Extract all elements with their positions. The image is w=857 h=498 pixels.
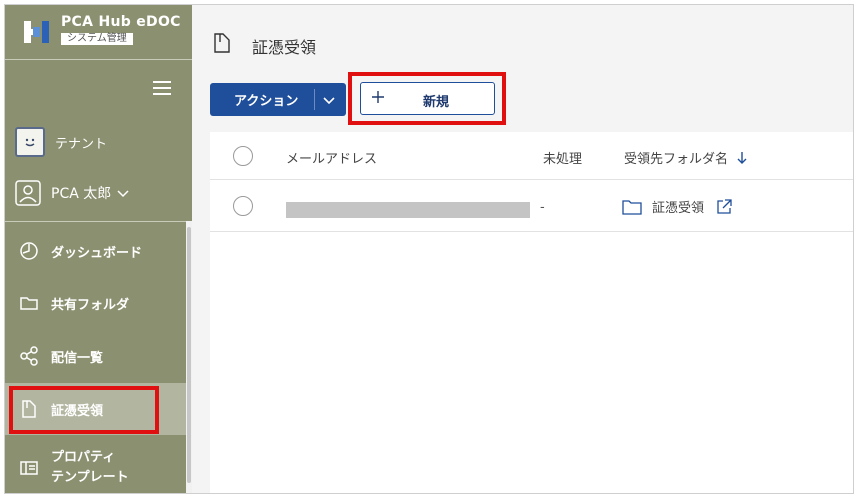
column-header-folder[interactable]: 受領先フォルダ名: [624, 148, 748, 167]
sidebar-item-label: プロパティ テンプレート: [51, 448, 129, 488]
document-icon: [22, 400, 36, 418]
plus-icon: [372, 91, 384, 103]
menu-toggle-icon[interactable]: [153, 81, 171, 97]
sort-arrow-down-icon: [737, 151, 747, 164]
sidebar-item-label-line1: プロパティ: [51, 450, 116, 465]
tenant-selector[interactable]: テナント: [5, 124, 192, 160]
email-cell-redacted: [286, 202, 530, 218]
table-row[interactable]: - 証憑受領: [210, 181, 853, 232]
table-header: メールアドレス 未処理 受領先フォルダ名: [210, 132, 853, 180]
row-checkbox[interactable]: [233, 196, 253, 216]
tenant-face-icon: [15, 127, 45, 157]
select-all-checkbox[interactable]: [233, 146, 253, 166]
column-header-email[interactable]: メールアドレス: [286, 148, 377, 167]
divider: [314, 89, 315, 110]
sidebar-item-property-template[interactable]: プロパティ テンプレート: [5, 441, 186, 493]
sidebar-item-label: 配信一覧: [51, 350, 104, 366]
app-title: PCA Hub eDOC: [61, 14, 181, 30]
document-icon: [214, 33, 230, 53]
divider: [5, 221, 186, 222]
sidebar-item-dashboard[interactable]: ダッシュボード: [5, 225, 186, 277]
new-button[interactable]: 新規: [360, 82, 495, 115]
pending-cell: -: [540, 200, 545, 215]
folder-icon: [622, 199, 642, 215]
folder-icon: [20, 297, 38, 310]
action-dropdown-button[interactable]: アクション: [210, 83, 346, 116]
sidebar-item-label: 証憑受領: [51, 403, 104, 419]
logo: PCA Hub eDOC システム管理: [5, 5, 192, 57]
data-table: メールアドレス 未処理 受領先フォルダ名 - 証憑受領: [210, 132, 853, 493]
page-header: 証憑受領: [192, 5, 853, 81]
main-content: 証憑受領 アクション 新規 メールアドレス 未処理 受領先フォルダ名 - 証憑受…: [192, 5, 853, 493]
logo-mark-icon: [24, 21, 49, 43]
external-link-icon[interactable]: [716, 198, 732, 215]
user-menu[interactable]: PCA 太郎: [5, 177, 192, 209]
tenant-label: テナント: [55, 136, 108, 152]
sidebar-item-label-line2: テンプレート: [51, 470, 129, 485]
column-header-folder-label: 受領先フォルダ名: [624, 152, 729, 167]
sidebar-item-label: 共有フォルダ: [51, 297, 130, 313]
action-button-label: アクション: [234, 94, 299, 109]
folder-link[interactable]: 証憑受領: [622, 197, 732, 216]
column-header-pending[interactable]: 未処理: [543, 148, 582, 167]
new-button-label: 新規: [423, 95, 450, 110]
sidebar-item-label: ダッシュボード: [51, 245, 143, 261]
user-name: PCA 太郎: [51, 186, 112, 202]
template-icon: [20, 461, 38, 475]
sidebar-item-shared-folder[interactable]: 共有フォルダ: [5, 277, 186, 329]
sidebar: PCA Hub eDOC システム管理 テナント PCA 太郎 ダッシュボード …: [5, 5, 192, 493]
app-subtitle: システム管理: [61, 33, 133, 45]
sidebar-scroll-thumb[interactable]: [187, 227, 191, 483]
chevron-down-icon: [117, 190, 129, 198]
chevron-down-icon: [323, 97, 335, 105]
sidebar-item-distribution-list[interactable]: 配信一覧: [5, 330, 186, 382]
sidebar-item-voucher-receipt[interactable]: 証憑受領: [5, 383, 186, 435]
divider: [5, 59, 192, 60]
user-icon: [15, 180, 41, 206]
clock-icon: [20, 242, 38, 260]
folder-name: 証憑受領: [652, 201, 705, 216]
page-title: 証憑受領: [252, 38, 317, 57]
share-icon: [20, 346, 38, 366]
app-window: PCA Hub eDOC システム管理 テナント PCA 太郎 ダッシュボード …: [4, 4, 854, 494]
